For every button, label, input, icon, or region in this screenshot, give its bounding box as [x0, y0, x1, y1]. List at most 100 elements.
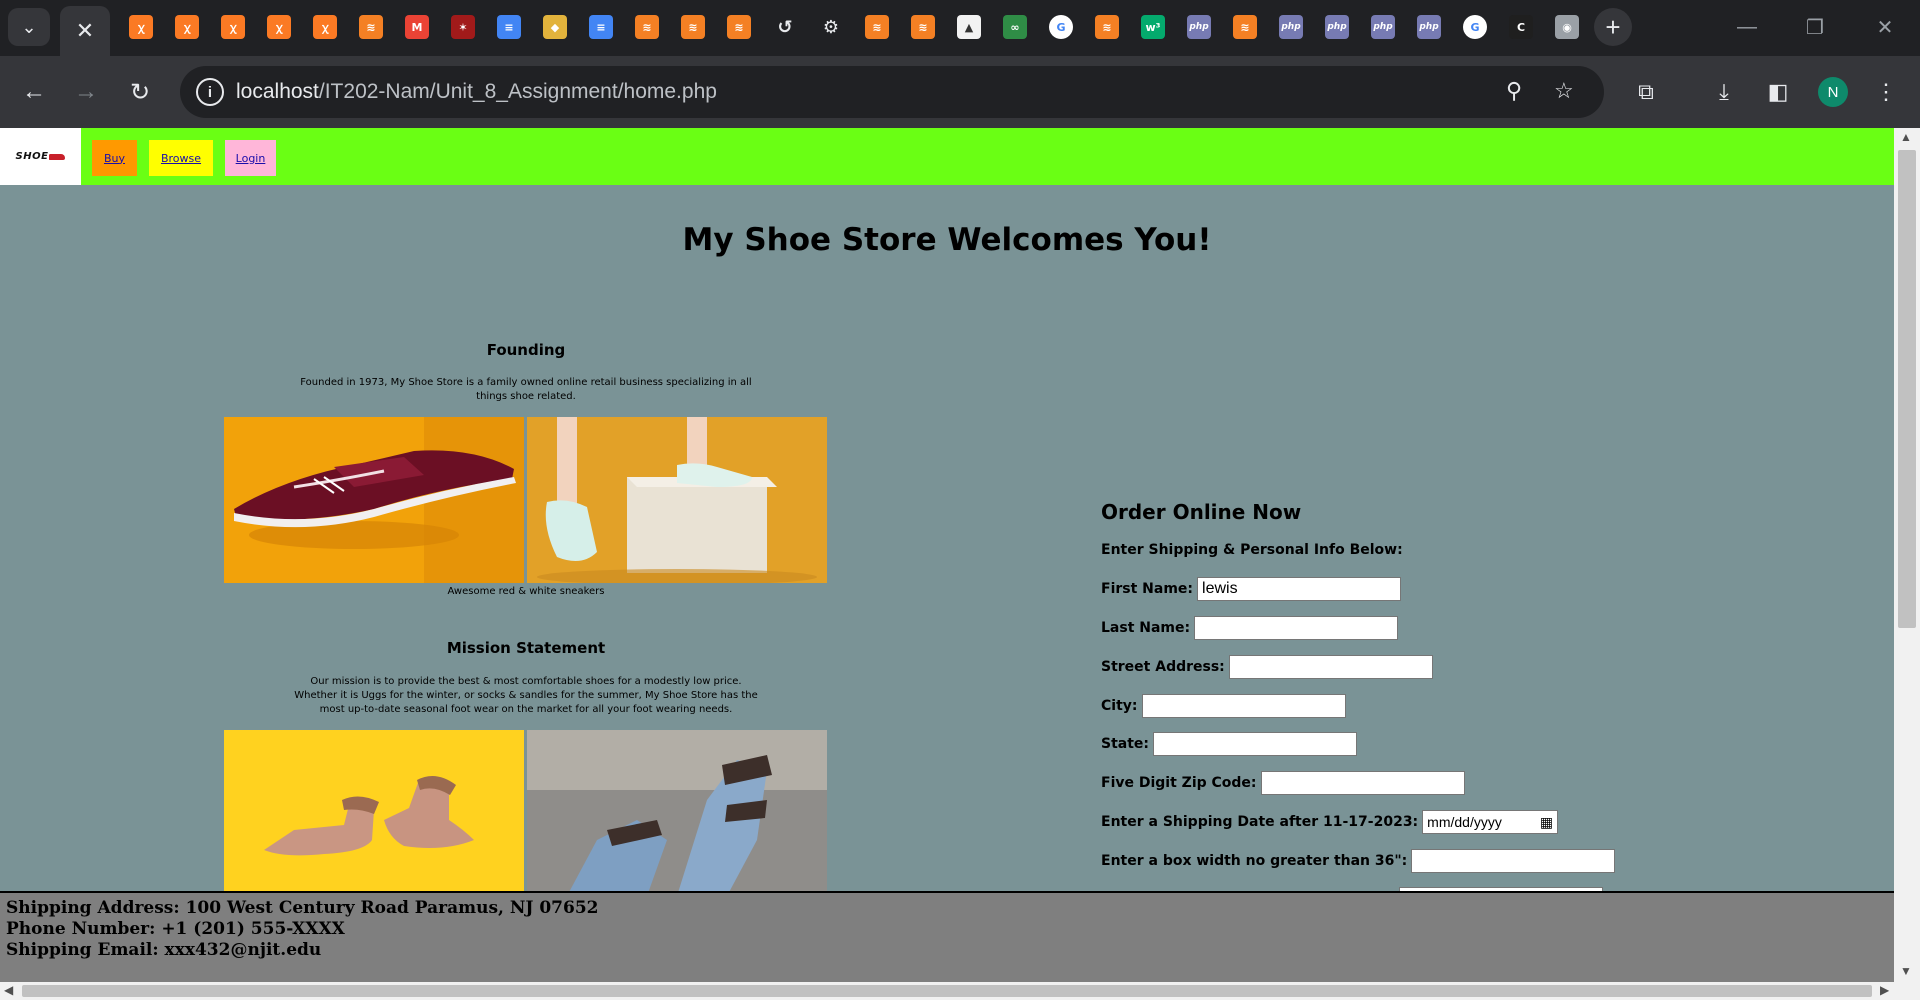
minimize-button[interactable]: — [1722, 10, 1772, 44]
close-window-button[interactable]: ✕ [1860, 10, 1910, 44]
store-logo[interactable]: SHOE [0, 128, 81, 185]
pinned-tab[interactable]: ▲ [946, 12, 992, 42]
site-info-icon[interactable]: i [196, 78, 224, 106]
chrome-icon: ◉ [1555, 15, 1579, 39]
scroll-left-icon[interactable]: ◀ [4, 983, 13, 997]
pinned-tab[interactable]: ≋ [670, 12, 716, 42]
active-tab[interactable]: ✕ [60, 6, 110, 56]
pinned-tab[interactable]: ꭓ [210, 12, 256, 42]
close-tab-icon[interactable]: ✕ [76, 18, 94, 44]
w3schools-icon: w³ [1141, 15, 1165, 39]
vertical-scrollbar[interactable]: ▲ ▼ [1894, 128, 1920, 982]
street-label: Street Address: [1101, 659, 1225, 675]
pinned-tab[interactable]: php [1360, 12, 1406, 42]
pinned-tab[interactable]: ◉ [1544, 12, 1590, 42]
last-name-row: Last Name: [1101, 616, 1399, 640]
xampp-icon: ꭓ [267, 15, 291, 39]
calendar-icon[interactable]: ▦ [1540, 814, 1553, 831]
stackoverflow-icon: ≋ [1095, 15, 1119, 39]
pinned-tab[interactable]: ꭓ [118, 12, 164, 42]
download-icon[interactable]: ⤓ [1706, 74, 1742, 110]
state-input[interactable] [1153, 732, 1358, 756]
extensions-icon[interactable]: ⧉ [1628, 74, 1664, 110]
pinned-tab[interactable]: ≋ [900, 12, 946, 42]
back-button[interactable]: ← [16, 74, 52, 110]
pinned-tab[interactable]: w³ [1130, 12, 1176, 42]
vertical-scroll-thumb[interactable] [1898, 150, 1916, 628]
pinned-tab[interactable]: M [394, 12, 440, 42]
nav-login-link[interactable]: Login [225, 140, 276, 176]
pinned-tab[interactable]: ≡ [486, 12, 532, 42]
pinned-tab[interactable]: php [1268, 12, 1314, 42]
new-tab-button[interactable]: + [1594, 8, 1632, 46]
pinned-tab[interactable]: G [1038, 12, 1084, 42]
pinned-tab[interactable]: ≋ [624, 12, 670, 42]
pinned-tab[interactable]: ≋ [1222, 12, 1268, 42]
first-name-row: First Name: [1101, 577, 1402, 601]
pinned-tab[interactable]: php [1314, 12, 1360, 42]
zip-input[interactable] [1260, 771, 1465, 795]
zoom-icon[interactable]: ⚲ [1506, 78, 1522, 104]
mission-heading: Mission Statement [446, 639, 606, 657]
pinned-tab[interactable]: php [1406, 12, 1452, 42]
php-icon: php [1325, 15, 1349, 39]
pinned-tab[interactable]: ⚙ [808, 12, 854, 42]
gmail-icon: M [405, 15, 429, 39]
reload-button[interactable]: ↻ [122, 74, 158, 110]
profile-avatar[interactable]: N [1818, 77, 1848, 107]
pinned-tab[interactable]: ≋ [854, 12, 900, 42]
footer-phone: Phone Number: +1 (201) 555-XXXX [6, 919, 345, 939]
stackoverflow-icon: ≋ [865, 15, 889, 39]
stackoverflow-icon: ≋ [1233, 15, 1257, 39]
street-input[interactable] [1228, 655, 1433, 679]
first-name-input[interactable] [1197, 577, 1402, 601]
socks-sandals-photo [527, 730, 827, 896]
pinned-tab[interactable]: ꭓ [164, 12, 210, 42]
php-icon: php [1187, 15, 1211, 39]
last-name-input[interactable] [1194, 616, 1399, 640]
scroll-up-icon[interactable]: ▲ [1900, 130, 1912, 144]
pinned-tab[interactable]: ≡ [578, 12, 624, 42]
url-text[interactable]: localhost/IT202-Nam/Unit_8_Assignment/ho… [236, 80, 717, 104]
city-input[interactable] [1141, 694, 1346, 718]
horizontal-scrollbar[interactable]: ◀ ▶ [0, 982, 1920, 1000]
bookmark-star-icon[interactable]: ☆ [1554, 78, 1574, 104]
pinned-tab[interactable]: ✶ [440, 12, 486, 42]
box-width-label: Enter a box width no greater than 36": [1101, 853, 1408, 869]
ship-date-input[interactable]: mm/dd/yyyy ▦ [1422, 810, 1559, 834]
browser-toolbar: ← → ↻ i localhost/IT202-Nam/Unit_8_Assig… [0, 56, 1920, 128]
pinned-tab[interactable]: C [1498, 12, 1544, 42]
forward-button[interactable]: → [68, 74, 104, 110]
founding-heading: Founding [486, 341, 566, 359]
pinned-tab[interactable]: ↺ [762, 12, 808, 42]
c-logo-icon: C [1509, 15, 1533, 39]
nav-browse-link[interactable]: Browse [149, 140, 213, 176]
mission-text: Our mission is to provide the best & mos… [294, 676, 758, 715]
pinned-tab[interactable]: php [1176, 12, 1222, 42]
menu-kebab-icon[interactable]: ⋮ [1868, 74, 1904, 110]
xampp-icon: ꭓ [313, 15, 337, 39]
pinned-tab[interactable]: ∞ [992, 12, 1038, 42]
pinned-tab[interactable]: ꭓ [302, 12, 348, 42]
address-bar[interactable]: i localhost/IT202-Nam/Unit_8_Assignment/… [180, 66, 1604, 118]
box-width-input[interactable] [1411, 849, 1616, 873]
restore-button[interactable]: ❐ [1790, 10, 1840, 44]
pinned-tab[interactable]: ◆ [532, 12, 578, 42]
scroll-down-icon[interactable]: ▼ [1900, 964, 1912, 978]
pinned-tab[interactable]: ꭓ [256, 12, 302, 42]
pinned-tabs: ꭓ ꭓ ꭓ ꭓ ꭓ ≋ M ✶ ≡ ◆ ≡ ≋ ≋ ≋ ↺ ⚙ ≋ ≋ ▲ ∞ G ≋ w³ php ≋ php php php php… [118, 12, 1590, 42]
scroll-right-icon[interactable]: ▶ [1880, 983, 1889, 997]
horizontal-scroll-thumb[interactable] [22, 985, 1872, 997]
red-logo-icon: ✶ [451, 15, 475, 39]
pinned-tab[interactable]: ≋ [348, 12, 394, 42]
pinned-tab[interactable]: G [1452, 12, 1498, 42]
nav-buy-link[interactable]: Buy [92, 140, 137, 176]
stackoverflow-icon: ≋ [635, 15, 659, 39]
tab-search-button[interactable]: ⌄ [8, 8, 50, 46]
box-width-row: Enter a box width no greater than 36": [1101, 849, 1616, 873]
street-row: Street Address: [1101, 655, 1433, 679]
pinned-tab[interactable]: ≋ [716, 12, 762, 42]
pinned-tab[interactable]: ≋ [1084, 12, 1130, 42]
uggs-photo [224, 730, 524, 896]
side-panel-icon[interactable]: ◧ [1760, 74, 1796, 110]
